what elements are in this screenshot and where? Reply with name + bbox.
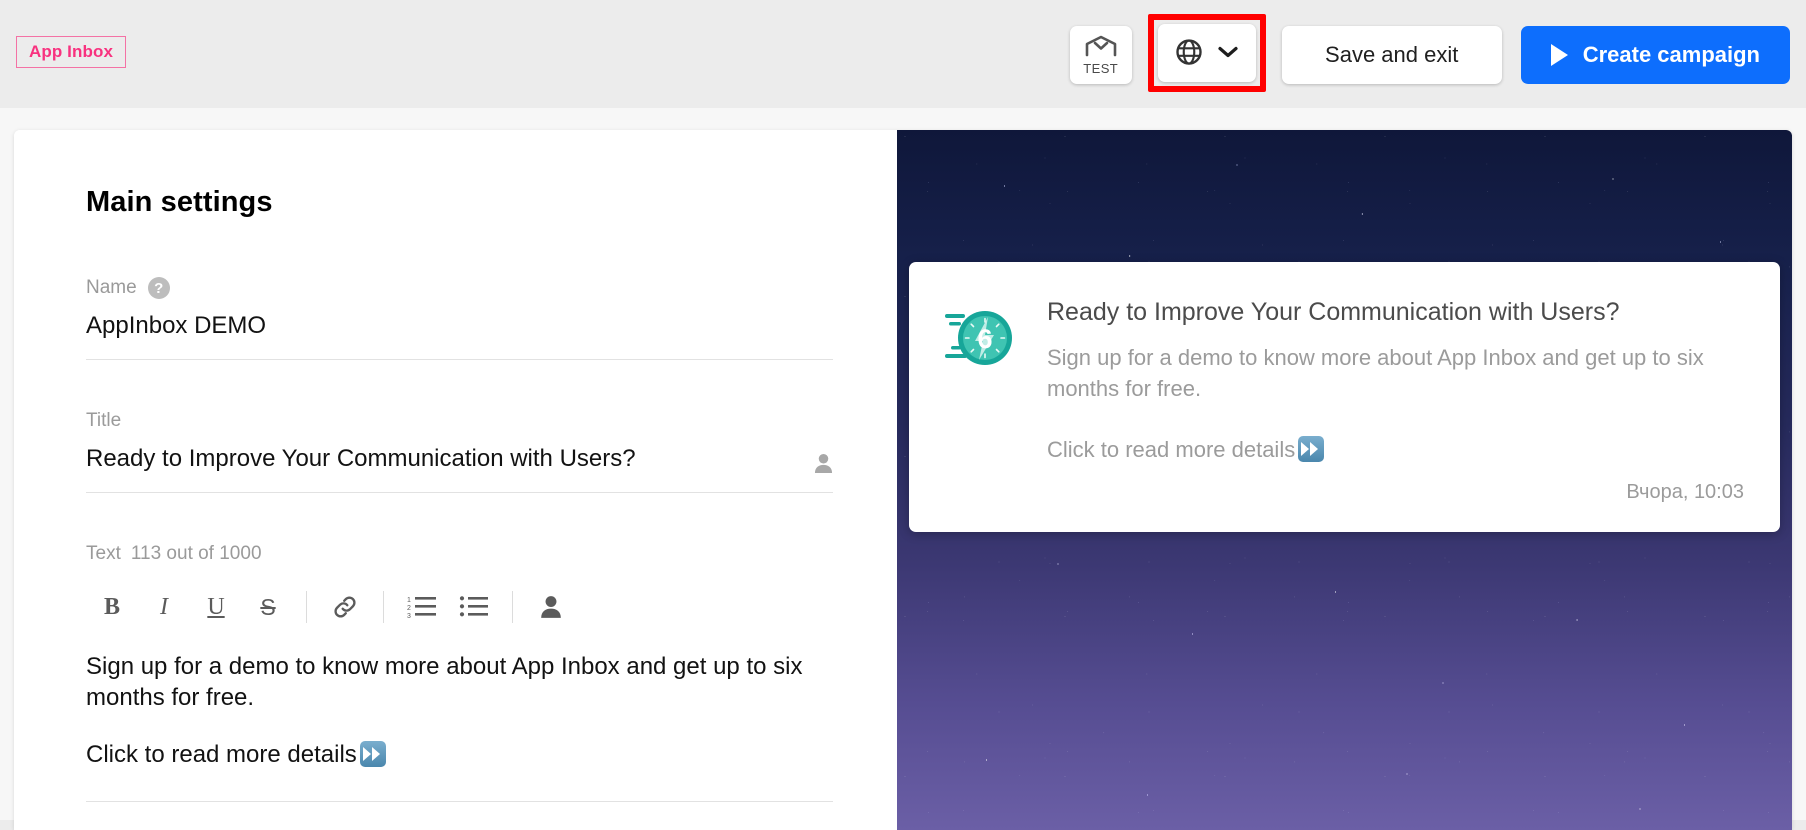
svg-text:2: 2 bbox=[407, 605, 411, 612]
message-preview: 6 Ready to Improve Your Communication wi… bbox=[897, 130, 1792, 830]
card-fast-forward-emoji-icon bbox=[1298, 436, 1325, 463]
create-campaign-label: Create campaign bbox=[1582, 42, 1760, 67]
rich-text-toolbar: B I U S 1 2 3 bbox=[86, 581, 833, 633]
link-button[interactable] bbox=[319, 584, 371, 630]
language-dropdown-button[interactable] bbox=[1157, 24, 1256, 82]
card-content: Ready to Improve Your Communication with… bbox=[1047, 296, 1744, 504]
save-and-exit-button[interactable]: Save and exit bbox=[1281, 26, 1502, 84]
globe-icon bbox=[1174, 37, 1204, 70]
text-paragraph-1: Sign up for a demo to know more about Ap… bbox=[86, 653, 803, 712]
editor-panel: Main settings Name ? AppInbox DEMO Title bbox=[14, 130, 1792, 830]
text-field-group: Text 113 out of 1000 B I U S 1 2 3 Sign … bbox=[86, 543, 833, 802]
page-title: Main settings bbox=[86, 186, 273, 218]
name-input[interactable]: AppInbox DEMO bbox=[86, 311, 833, 360]
card-timestamp: Вчора, 10:03 bbox=[1626, 481, 1744, 504]
card-cta-label: Click to read more details bbox=[1047, 437, 1296, 463]
card-description: Sign up for a demo to know more about Ap… bbox=[1047, 345, 1704, 402]
test-button-label: TEST bbox=[1083, 60, 1119, 76]
chevron-down-icon bbox=[1217, 45, 1239, 62]
title-input[interactable]: Ready to Improve Your Communication with… bbox=[86, 444, 804, 474]
title-field-label: Title bbox=[86, 410, 833, 432]
text-paragraph-2: Click to read more details bbox=[86, 739, 833, 770]
title-label-text: Title bbox=[86, 410, 122, 431]
strikethrough-button[interactable]: S bbox=[242, 584, 294, 630]
bulleted-list-button[interactable] bbox=[448, 584, 500, 630]
personalization-button[interactable] bbox=[525, 584, 577, 630]
toolbar-divider-3 bbox=[512, 591, 513, 623]
card-cta[interactable]: Click to read more details bbox=[1047, 436, 1744, 463]
topbar-actions: TEST Save and exit Create campaign bbox=[1069, 14, 1790, 92]
fast-forward-emoji-icon bbox=[359, 741, 386, 768]
svg-text:3: 3 bbox=[407, 613, 411, 620]
clock-icon-number: 6 bbox=[977, 324, 992, 354]
text-label-text: Text bbox=[86, 543, 121, 564]
help-icon[interactable]: ? bbox=[147, 277, 170, 299]
text-character-counter: 113 out of 1000 bbox=[130, 543, 262, 564]
content-area: Main settings Name ? AppInbox DEMO Title bbox=[0, 108, 1806, 830]
svg-text:1: 1 bbox=[407, 597, 411, 604]
toolbar-divider-2 bbox=[383, 591, 384, 623]
text-field-label: Text 113 out of 1000 bbox=[86, 543, 833, 565]
name-field-label: Name ? bbox=[86, 277, 833, 299]
title-field-group: Title Ready to Improve Your Communicatio… bbox=[86, 410, 833, 493]
main-settings-form: Main settings Name ? AppInbox DEMO Title bbox=[14, 130, 897, 830]
underline-button[interactable]: U bbox=[190, 584, 242, 630]
create-campaign-button[interactable]: Create campaign bbox=[1520, 26, 1790, 84]
card-title: Ready to Improve Your Communication with… bbox=[1047, 298, 1620, 326]
text-field-underline bbox=[86, 800, 833, 802]
name-field-group: Name ? AppInbox DEMO bbox=[86, 277, 833, 360]
test-button[interactable]: TEST bbox=[1069, 26, 1132, 84]
toolbar-divider-1 bbox=[306, 591, 307, 623]
app-inbox-chip[interactable]: App Inbox bbox=[16, 36, 126, 68]
personalization-icon[interactable] bbox=[814, 453, 833, 474]
text-paragraph-2-label: Click to read more details bbox=[86, 741, 357, 769]
name-label-text: Name bbox=[86, 277, 137, 298]
test-envelope-icon bbox=[1084, 35, 1118, 60]
clock-icon: 6 bbox=[945, 296, 1017, 504]
text-editor-content[interactable]: Sign up for a demo to know more about Ap… bbox=[86, 651, 833, 779]
language-selector-highlight bbox=[1147, 14, 1266, 92]
app-inbox-message-card[interactable]: 6 Ready to Improve Your Communication wi… bbox=[909, 262, 1780, 533]
bold-button[interactable]: B bbox=[86, 584, 138, 630]
italic-button[interactable]: I bbox=[138, 584, 190, 630]
top-bar: App Inbox TEST Save and exit Create camp… bbox=[0, 0, 1806, 108]
ordered-list-button[interactable]: 1 2 3 bbox=[396, 584, 448, 630]
play-icon bbox=[1550, 44, 1568, 66]
